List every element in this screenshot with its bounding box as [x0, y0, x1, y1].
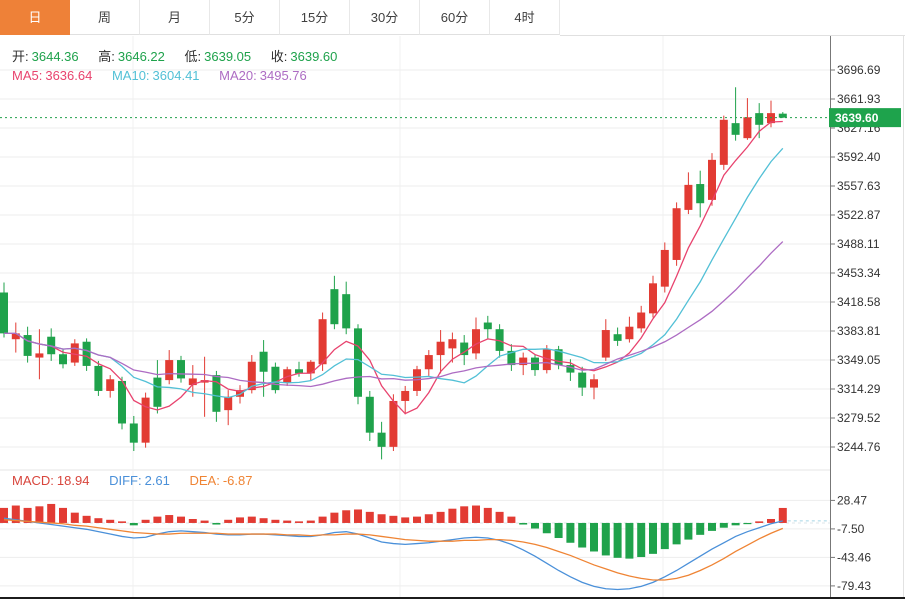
- tab-4hour[interactable]: 4时: [490, 0, 560, 35]
- svg-text:3557.63: 3557.63: [837, 179, 881, 193]
- ma20-value: 3495.76: [260, 68, 307, 83]
- svg-text:3418.58: 3418.58: [837, 295, 881, 309]
- tab-month[interactable]: 月: [140, 0, 210, 35]
- svg-text:3383.81: 3383.81: [837, 324, 881, 338]
- close-label: 收:: [271, 49, 288, 64]
- svg-text:3453.34: 3453.34: [837, 266, 881, 280]
- tab-60min[interactable]: 60分: [420, 0, 490, 35]
- svg-text:-79.43: -79.43: [837, 579, 871, 593]
- svg-text:3279.52: 3279.52: [837, 411, 881, 425]
- tab-day[interactable]: 日: [0, 0, 70, 35]
- timeframe-tabbar: 日 周 月 5分 15分 30分 60分 4时: [0, 0, 905, 36]
- svg-text:3314.29: 3314.29: [837, 382, 881, 396]
- tab-15min[interactable]: 15分: [280, 0, 350, 35]
- diff-value: 2.61: [145, 473, 170, 488]
- tab-5min[interactable]: 5分: [210, 0, 280, 35]
- ohlc-readout: 开:3644.36 高:3646.22 低:3639.05 收:3639.60: [12, 46, 353, 65]
- svg-text:28.47: 28.47: [837, 493, 867, 507]
- svg-text:3244.76: 3244.76: [837, 440, 881, 454]
- close-value: 3639.60: [290, 49, 337, 64]
- low-label: 低:: [185, 49, 202, 64]
- ma5-label: MA5:: [12, 68, 42, 83]
- svg-text:3349.05: 3349.05: [837, 353, 881, 367]
- tab-30min[interactable]: 30分: [350, 0, 420, 35]
- ma-readout: MA5:3636.64 MA10:3604.41 MA20:3495.76: [12, 68, 323, 83]
- tabbar-filler: [560, 0, 905, 36]
- macd-axis-labels: 28.47 -7.50 -43.46 -79.43: [830, 493, 871, 593]
- high-label: 高:: [98, 49, 115, 64]
- low-value: 3639.05: [204, 49, 251, 64]
- svg-text:3592.40: 3592.40: [837, 150, 881, 164]
- tab-week[interactable]: 周: [70, 0, 140, 35]
- svg-text:3522.87: 3522.87: [837, 208, 881, 222]
- svg-text:3639.60: 3639.60: [835, 111, 879, 125]
- svg-text:3696.69: 3696.69: [837, 63, 881, 77]
- macd-label: MACD:: [12, 473, 54, 488]
- macd-value: 18.94: [57, 473, 90, 488]
- chart-canvas[interactable]: 3696.693661.933627.163592.403557.633522.…: [0, 0, 905, 601]
- ma5-value: 3636.64: [45, 68, 92, 83]
- svg-text:3661.93: 3661.93: [837, 92, 881, 106]
- svg-text:-7.50: -7.50: [837, 522, 865, 536]
- ma10-value: 3604.41: [153, 68, 200, 83]
- dea-value: -6.87: [223, 473, 253, 488]
- macd-histogram: [0, 504, 787, 559]
- trading-chart-app: 3696.693661.933627.163592.403557.633522.…: [0, 0, 905, 601]
- ma20-label: MA20:: [219, 68, 257, 83]
- svg-text:3488.11: 3488.11: [837, 237, 880, 251]
- svg-text:-43.46: -43.46: [837, 550, 871, 564]
- open-label: 开:: [12, 49, 29, 64]
- high-value: 3646.22: [118, 49, 165, 64]
- diff-label: DIFF:: [109, 473, 142, 488]
- macd-readout: MACD:18.94 DIFF:2.61 DEA:-6.87: [12, 473, 268, 488]
- ma10-label: MA10:: [112, 68, 150, 83]
- last-price-badge: 3639.60: [829, 108, 901, 127]
- dea-label: DEA:: [190, 473, 220, 488]
- open-value: 3644.36: [32, 49, 79, 64]
